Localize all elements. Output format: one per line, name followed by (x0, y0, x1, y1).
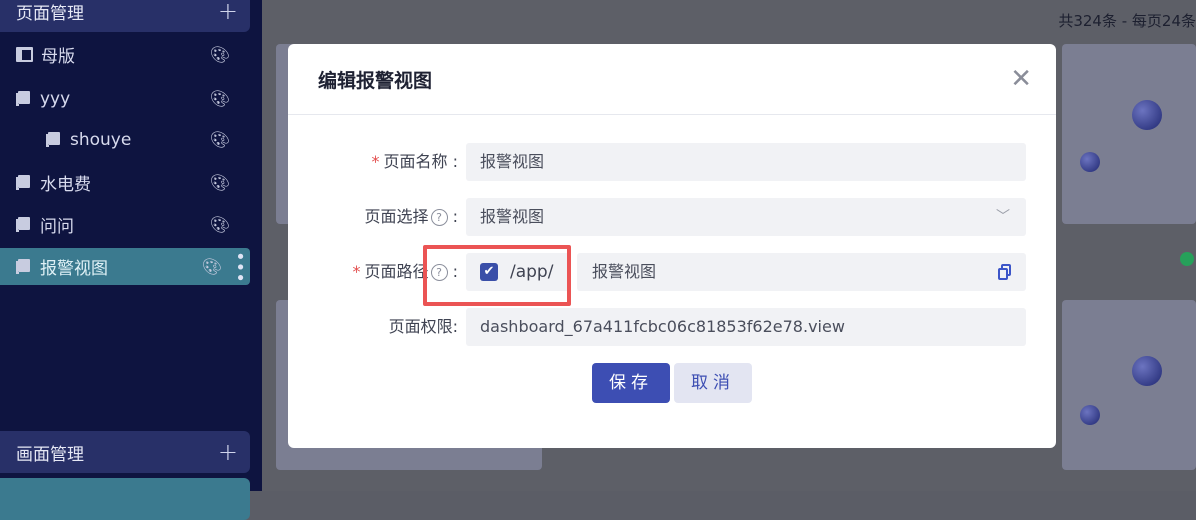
page-card[interactable] (1062, 44, 1196, 224)
page-name-input[interactable]: 报警视图 (466, 143, 1026, 181)
document-icon (46, 132, 60, 147)
card-thumbnail (1132, 100, 1162, 130)
dialog-header: 编辑报警视图 ✕ (288, 44, 1056, 115)
cancel-button[interactable]: 取消 (674, 363, 752, 403)
copy-icon[interactable] (998, 264, 1012, 280)
page-select-label: 页面选择? : (364, 207, 458, 226)
pagination-count: 共324条 - 每页24条 (1058, 12, 1196, 30)
edit-dialog: 编辑报警视图 ✕ * 页面名称 : 报警视图 页面选择? : 报警视图 ﹀ * 页面… (288, 44, 1056, 448)
palette-icon[interactable]: 🎨︎ (210, 215, 230, 234)
palette-icon[interactable]: 🎨︎ (210, 130, 230, 149)
section-screen-management[interactable]: 画面管理 + (0, 431, 250, 473)
page-select-value: 报警视图 (480, 207, 545, 226)
sidebar-item-label: yyy (40, 88, 71, 109)
palette-icon[interactable]: 🎨︎ (202, 257, 222, 276)
page-card[interactable] (1062, 300, 1196, 470)
page-permission-input[interactable]: dashboard_67a411fcbc06c81853f62e78.view (466, 308, 1026, 346)
row-page-select: 页面选择? : 报警视图 ﹀ (288, 198, 1056, 236)
sidebar-item-utility[interactable]: 水电费 🎨︎ (0, 164, 250, 201)
document-icon (16, 259, 30, 274)
card-thumbnail (1132, 356, 1162, 386)
sidebar-item-shouye[interactable]: shouye 🎨︎ (0, 121, 250, 158)
palette-icon[interactable]: 🎨︎ (210, 89, 230, 108)
page-permission-label: 页面权限: (388, 317, 458, 336)
page-path-input[interactable]: 报警视图 (577, 253, 1026, 291)
close-icon[interactable]: ✕ (1010, 64, 1032, 94)
help-icon: ? (430, 209, 448, 226)
sidebar-item-master[interactable]: 母版 🎨︎ (0, 36, 250, 73)
row-page-path: * 页面路径? : ✔ /app/ 报警视图 (288, 253, 1056, 291)
row-page-name: * 页面名称 : 报警视图 (288, 143, 1056, 181)
palette-icon[interactable]: 🎨︎ (210, 45, 230, 64)
section-page-management[interactable]: 页面管理 + (0, 0, 250, 32)
page-select-dropdown[interactable]: 报警视图 ﹀ (466, 198, 1026, 236)
sidebar-item-label: 问问 (40, 217, 74, 237)
sidebar-item-label: 母版 (41, 47, 75, 67)
document-icon (16, 217, 30, 232)
chevron-down-icon: ﹀ (996, 209, 1010, 225)
sidebar: 页面管理 + 母版 🎨︎ yyy 🎨︎ shouye 🎨︎ 水电费 🎨︎ 问问 … (0, 0, 262, 520)
highlight-annotation (423, 245, 571, 306)
section-bottom-partial[interactable] (0, 478, 250, 520)
document-icon (16, 91, 30, 106)
page-path-value: 报警视图 (592, 262, 657, 281)
sidebar-item-label: 报警视图 (40, 259, 108, 279)
sidebar-item-label: shouye (70, 129, 132, 150)
sidebar-item-yyy[interactable]: yyy 🎨︎ (0, 80, 250, 117)
layout-icon (16, 47, 33, 62)
add-screen-icon[interactable]: + (218, 438, 238, 466)
sidebar-item-alarm-view[interactable]: 报警视图 🎨︎ ••• (0, 248, 250, 285)
section-screen-management-label: 画面管理 (16, 444, 84, 465)
section-page-management-label: 页面管理 (16, 3, 84, 24)
dialog-title: 编辑报警视图 (318, 69, 433, 92)
more-options-icon[interactable]: ••• (229, 251, 250, 283)
add-page-icon[interactable]: + (218, 0, 238, 25)
row-page-permission: 页面权限: dashboard_67a411fcbc06c81853f62e78… (288, 308, 1056, 346)
card-thumbnail (1080, 152, 1100, 172)
save-button[interactable]: 保存 (592, 363, 670, 403)
document-icon (16, 175, 30, 190)
palette-icon[interactable]: 🎨︎ (210, 173, 230, 192)
sidebar-item-wenwen[interactable]: 问问 🎨︎ (0, 206, 250, 243)
sidebar-item-label: 水电费 (40, 175, 91, 195)
page-name-label: * 页面名称 : (371, 152, 459, 171)
card-thumbnail (1080, 405, 1100, 425)
status-ok-icon (1180, 252, 1194, 266)
